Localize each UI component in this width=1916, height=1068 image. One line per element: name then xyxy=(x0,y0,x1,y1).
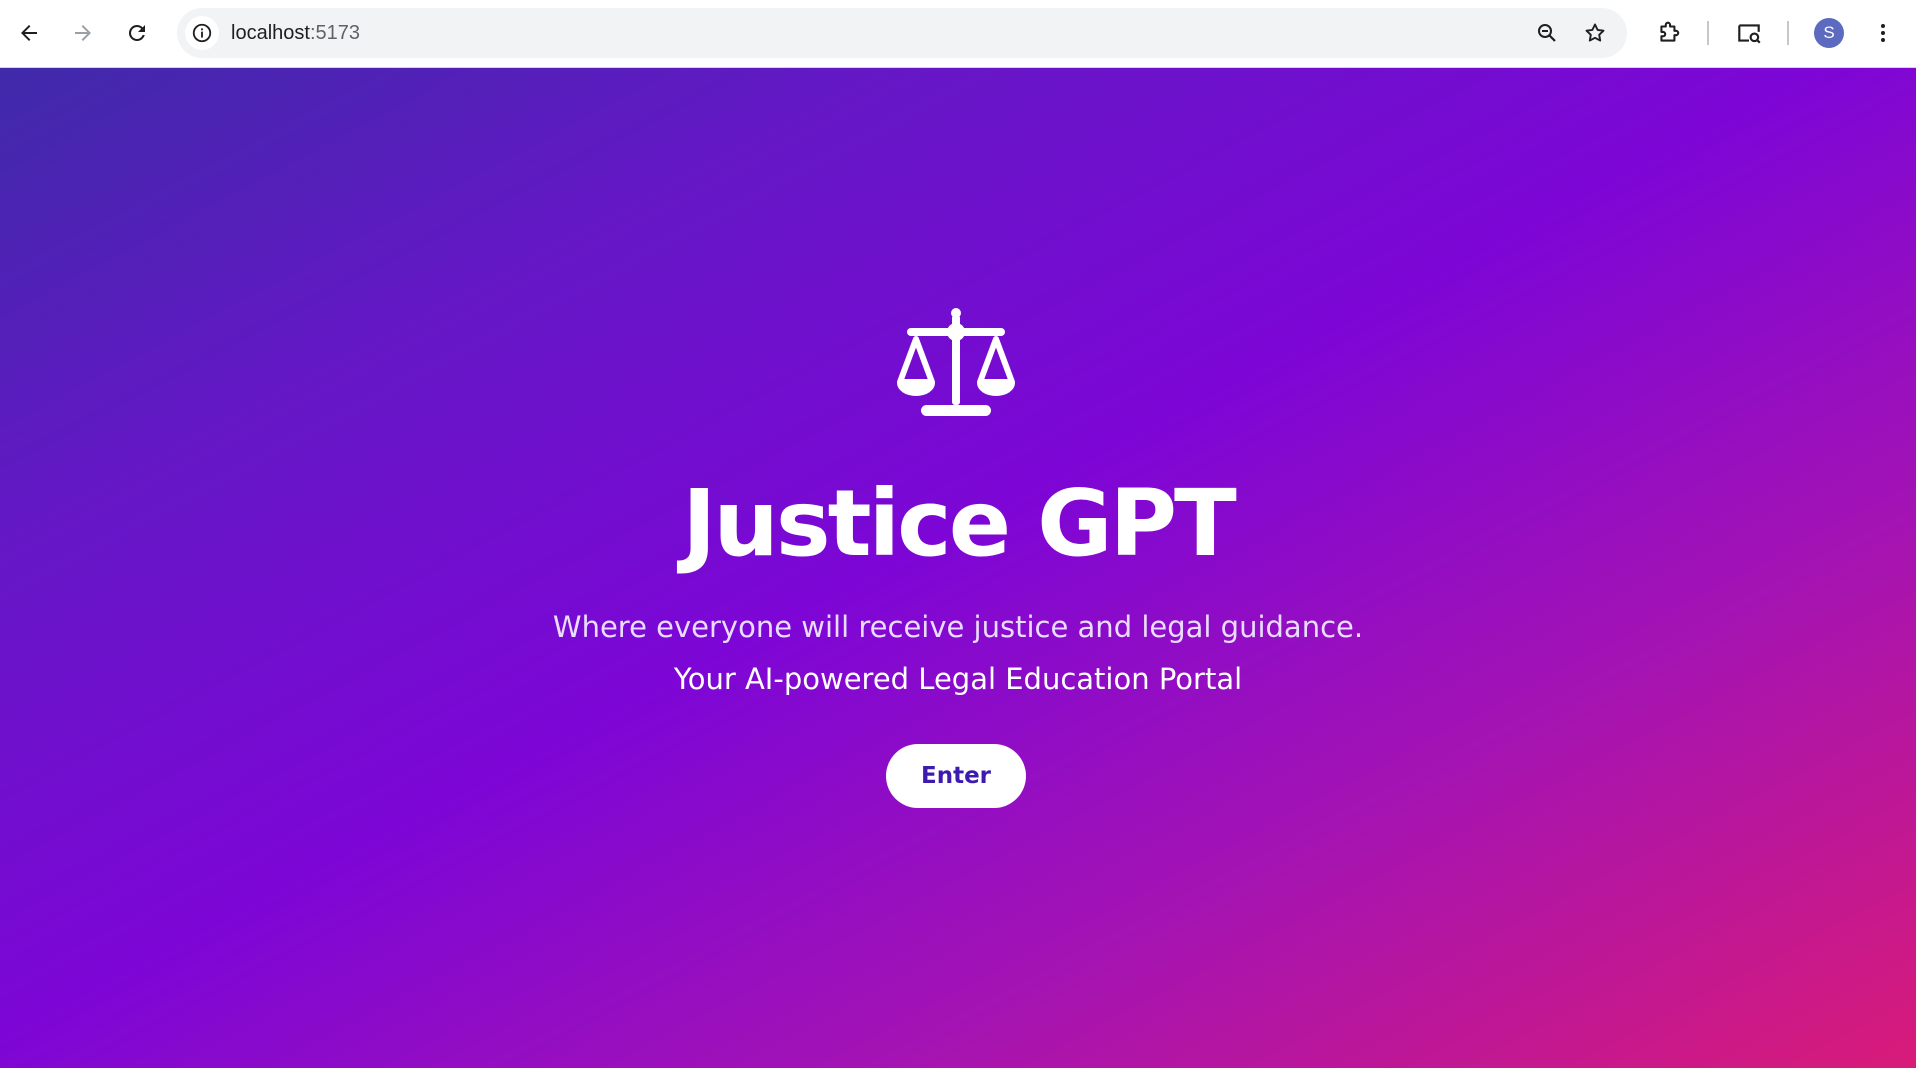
bookmark-star-icon xyxy=(1585,23,1605,42)
forward-button[interactable] xyxy=(62,12,104,54)
reload-icon xyxy=(128,24,145,41)
enter-button[interactable]: Enter xyxy=(886,744,1026,808)
hero-tagline: Your AI-powered Legal Education Portal xyxy=(673,662,1243,696)
more-vert-icon xyxy=(1881,24,1885,42)
bookmark-button[interactable] xyxy=(1579,17,1611,49)
site-info-button[interactable] xyxy=(185,16,219,50)
back-button[interactable] xyxy=(8,12,50,54)
extensions-icon xyxy=(1660,21,1680,42)
extensions-button[interactable] xyxy=(1650,14,1688,52)
hero-subtitle: Where everyone will receive justice and … xyxy=(552,610,1364,644)
landing-hero: Justice GPT Where everyone will receive … xyxy=(0,68,1916,1068)
forward-arrow-icon xyxy=(75,25,91,41)
browser-menu-button[interactable] xyxy=(1864,14,1902,52)
reload-button[interactable] xyxy=(116,12,158,54)
browser-toolbar: localhost:5173 S xyxy=(0,0,1916,68)
url-host: localhost xyxy=(231,22,310,44)
url-text[interactable]: localhost:5173 xyxy=(231,8,360,58)
search-tabs-button[interactable] xyxy=(1730,14,1768,52)
zoom-icon xyxy=(1538,24,1556,42)
search-tab-icon xyxy=(1738,24,1761,44)
page-title: Justice GPT xyxy=(682,470,1237,577)
scales-of-justice-icon xyxy=(892,304,1020,422)
zoom-button[interactable] xyxy=(1531,17,1563,49)
toolbar-divider xyxy=(1707,21,1709,45)
profile-avatar[interactable]: S xyxy=(1814,18,1844,48)
back-arrow-icon xyxy=(21,25,37,41)
site-info-icon xyxy=(192,23,212,43)
url-port: :5173 xyxy=(309,22,360,44)
address-bar[interactable]: localhost:5173 xyxy=(177,8,1627,58)
toolbar-divider xyxy=(1787,21,1789,45)
